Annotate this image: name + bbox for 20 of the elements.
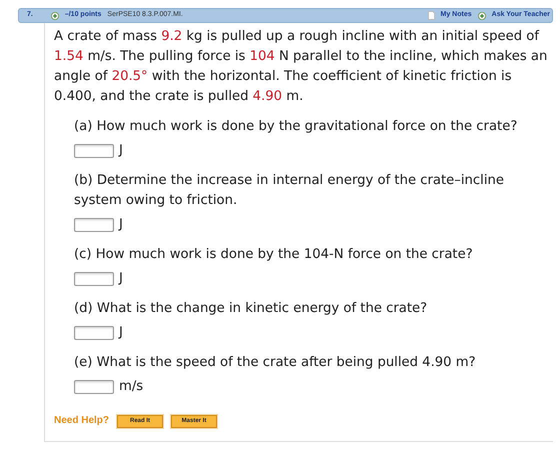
unit-label: m/s bbox=[119, 378, 144, 396]
answer-field[interactable] bbox=[74, 272, 114, 286]
notes-icon[interactable] bbox=[428, 11, 435, 20]
answer-field[interactable] bbox=[74, 380, 114, 394]
unit-label: J bbox=[119, 324, 123, 342]
answer-field[interactable] bbox=[74, 218, 114, 232]
unit-label: J bbox=[119, 270, 123, 288]
answer-field[interactable] bbox=[74, 144, 114, 158]
problem-text: A crate of mass 9.2 kg is pulled up a rough incline with an initial speed of 1.54 m/s. The pulling force is 104 N parallel to the incline, which makes an angle of 20.5° with the horizontal. The coefficient of kinetic friction is 0.400, and the crate is pulled 4.90 m. bbox=[54, 28, 548, 106]
question-text: (c) How much work is done by the 104-N force on the crate? bbox=[74, 246, 474, 264]
plus-icon[interactable] bbox=[478, 12, 486, 20]
unit-label: J bbox=[119, 142, 123, 160]
question-text: (e) What is the speed of the crate after being pulled 4.90 m? bbox=[74, 354, 477, 372]
need-help-label: Need Help? bbox=[54, 414, 110, 428]
question-text: (a) How much work is done by the gravitational force on the crate? bbox=[74, 118, 518, 136]
question-text: (b) Determine the increase in internal energy of the crate–incline system owing to friction. bbox=[74, 172, 505, 210]
unit-label: J bbox=[119, 216, 123, 234]
answer-field[interactable] bbox=[74, 326, 114, 340]
question-text: (d) What is the change in kinetic energy of the crate? bbox=[74, 300, 428, 318]
plus-icon[interactable] bbox=[50, 12, 59, 20]
